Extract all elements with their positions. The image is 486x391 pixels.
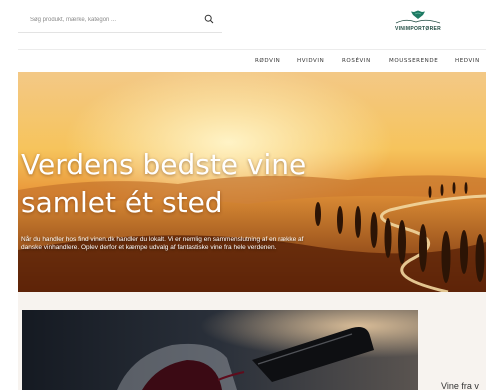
hero-subtitle: Når du handler hos find vinen.dk handler… (21, 236, 304, 251)
search-input[interactable] (30, 12, 200, 28)
logo-text: VINIMPORTØRER (394, 26, 442, 32)
header-divider (18, 49, 486, 50)
search-bar[interactable] (18, 8, 222, 33)
search-icon[interactable] (204, 14, 214, 24)
nav-item-mousserende[interactable]: MOUSSERENDE (389, 58, 438, 68)
logo-grape-icon (395, 10, 441, 24)
nav-item-hvidvin[interactable]: HVIDVIN (297, 58, 324, 68)
hero-title: Verdens bedste vine samlet ét sted (21, 148, 307, 219)
nav-item-hedvin[interactable]: HEDVIN (455, 58, 480, 68)
wine-pour-image (22, 310, 418, 390)
hero-banner: Verdens bedste vine samlet ét sted Når d… (18, 72, 486, 292)
site-logo[interactable]: VINIMPORTØRER (392, 10, 444, 36)
nav-item-rodvin[interactable]: RØDVIN (255, 58, 280, 68)
nav-item-rosevin[interactable]: ROSÉVIN (342, 58, 371, 68)
wine-glass-photo (22, 310, 418, 390)
